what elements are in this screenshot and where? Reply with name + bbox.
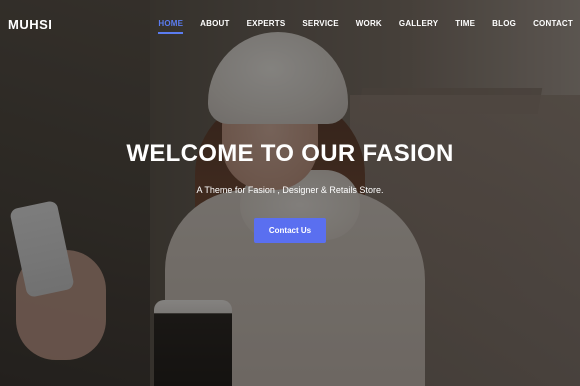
- nav-item-work[interactable]: WORK: [356, 19, 382, 28]
- contact-us-button[interactable]: Contact Us: [254, 218, 326, 243]
- main-nav: HOME ABOUT EXPERTS SERVICE WORK GALLERY …: [141, 19, 573, 34]
- nav-item-contact[interactable]: CONTACT: [533, 19, 573, 28]
- hero-subtitle: A Theme for Fasion , Designer & Retails …: [196, 185, 384, 195]
- hero-section: MUHSI HOME ABOUT EXPERTS SERVICE WORK GA…: [0, 0, 580, 386]
- nav-item-gallery[interactable]: GALLERY: [399, 19, 438, 28]
- nav-item-about[interactable]: ABOUT: [200, 19, 229, 28]
- site-logo[interactable]: MUHSI: [8, 17, 52, 32]
- hero-title: WELCOME TO OUR FASION: [126, 140, 454, 167]
- nav-item-time[interactable]: TIME: [455, 19, 475, 28]
- nav-item-home[interactable]: HOME: [158, 19, 183, 34]
- nav-item-experts[interactable]: EXPERTS: [247, 19, 286, 28]
- nav-item-blog[interactable]: BLOG: [492, 19, 516, 28]
- nav-item-service[interactable]: SERVICE: [302, 19, 338, 28]
